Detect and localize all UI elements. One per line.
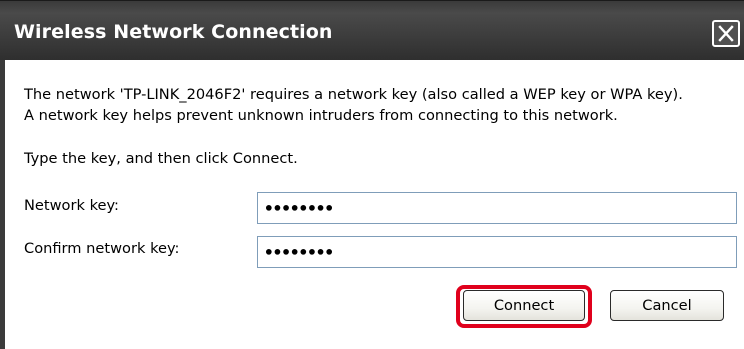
dialog-title: Wireless Network Connection (14, 21, 333, 43)
title-bar[interactable]: Wireless Network Connection (0, 0, 744, 61)
network-key-label: Network key: (24, 197, 119, 214)
network-key-input[interactable] (257, 192, 737, 224)
instruction-text: Type the key, and then click Connect. (24, 150, 298, 167)
confirm-network-key-input[interactable] (257, 236, 737, 268)
connect-button[interactable]: Connect (463, 290, 585, 321)
cancel-button[interactable]: Cancel (610, 290, 724, 321)
message-line-1: The network 'TP-LINK_2046F2' requires a … (24, 86, 683, 103)
close-icon (718, 25, 734, 42)
wireless-network-connection-dialog: Wireless Network Connection The network … (0, 0, 744, 349)
message-line-2: A network key helps prevent unknown intr… (24, 107, 618, 124)
close-button[interactable] (712, 20, 740, 47)
confirm-network-key-label: Confirm network key: (24, 240, 180, 257)
